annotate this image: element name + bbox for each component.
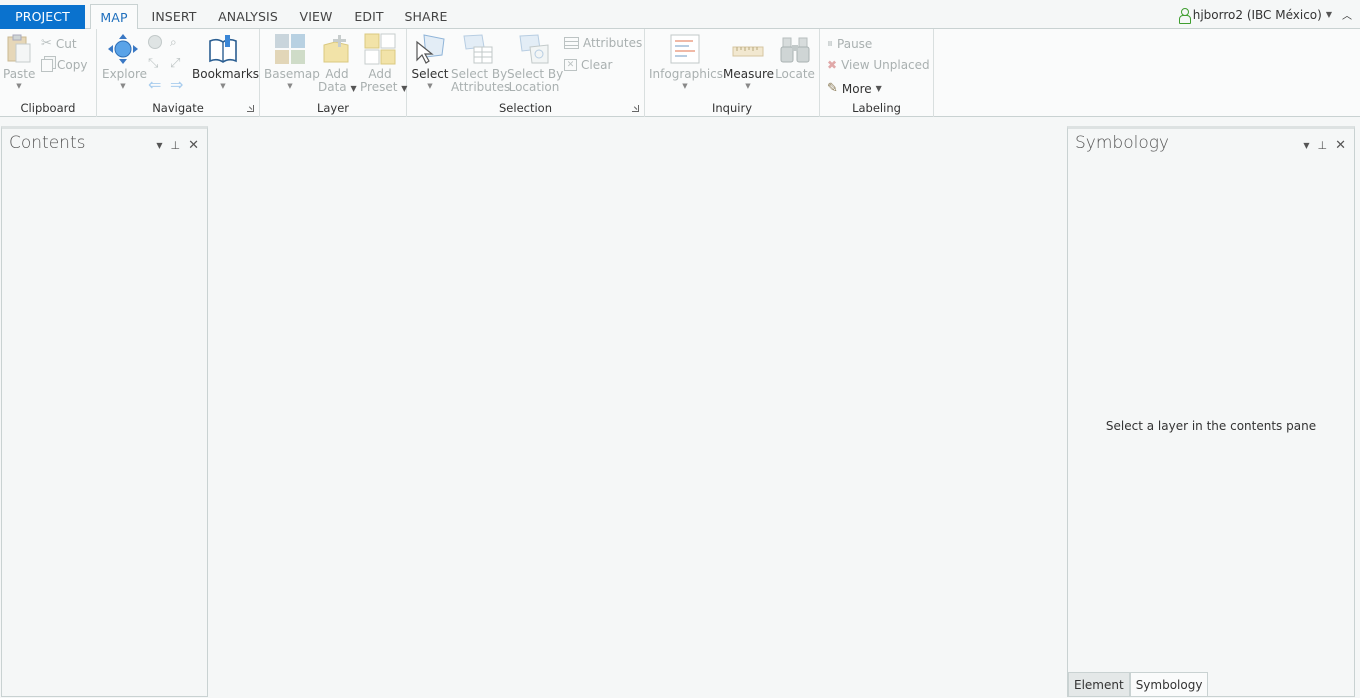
bookmarks-icon bbox=[209, 35, 237, 63]
symbology-title: Symbology bbox=[1075, 133, 1169, 153]
contents-pane: Contents ▼ ⊥ ✕ bbox=[1, 126, 208, 697]
basemap-icon bbox=[275, 34, 305, 64]
clear-icon: ✕ bbox=[564, 59, 577, 71]
pause-labeling-button[interactable]: ⏸ Pause bbox=[827, 36, 872, 51]
full-extent-icon[interactable] bbox=[148, 35, 162, 49]
tab-element[interactable]: Element bbox=[1068, 672, 1130, 696]
chevron-down-icon: ▼ bbox=[745, 82, 751, 90]
clear-selection-button[interactable]: ✕ Clear bbox=[564, 58, 612, 72]
pane-options-chevron-icon[interactable]: ▼ bbox=[1303, 141, 1309, 150]
group-navigate: Explore ▼ ⌕ ⤡ ⤢ ⇐ ⇒ Bookmarks ▼ Navigate bbox=[97, 29, 260, 117]
table-icon bbox=[564, 37, 579, 49]
tab-insert[interactable]: INSERT bbox=[146, 4, 202, 29]
pane-bottom-tabs: Element Symbology bbox=[1068, 672, 1209, 696]
more-labeling-button[interactable]: ✎ More ▼ bbox=[827, 81, 882, 96]
label-pen-icon: ✎ bbox=[827, 81, 838, 96]
symbology-pane: Symbology ▼ ⊥ ✕ Select a layer in the co… bbox=[1067, 126, 1355, 697]
group-label-layer: Layer bbox=[316, 101, 350, 115]
group-label-labeling: Labeling bbox=[852, 101, 901, 115]
group-label-navigate: Navigate bbox=[152, 101, 204, 115]
binoculars-icon bbox=[780, 37, 810, 63]
map-view-area[interactable] bbox=[209, 118, 1066, 698]
view-unplaced-button[interactable]: ✖ View Unplaced bbox=[827, 58, 930, 72]
user-name: hjborro2 (IBC México) bbox=[1192, 7, 1322, 22]
group-clipboard: Paste ▼ ✂ Cut Copy Clipboard bbox=[0, 29, 97, 117]
ribbon: Paste ▼ ✂ Cut Copy Clipboard Explore ▼ ⌕ bbox=[0, 29, 1360, 117]
user-icon bbox=[1178, 7, 1191, 24]
infographics-icon bbox=[670, 34, 700, 64]
pause-icon: ⏸ bbox=[827, 36, 834, 50]
copy-button[interactable]: Copy bbox=[41, 58, 87, 72]
tab-edit[interactable]: EDIT bbox=[350, 4, 388, 29]
ribbon-tab-bar: PROJECT MAP INSERT ANALYSIS VIEW EDIT SH… bbox=[0, 0, 1360, 30]
tab-symbology[interactable]: Symbology bbox=[1129, 672, 1209, 696]
user-account[interactable]: hjborro2 (IBC México) ▼ ︿ bbox=[1178, 7, 1352, 24]
chevron-down-icon: ▼ bbox=[350, 84, 357, 93]
explore-button[interactable]: Explore ▼ bbox=[102, 33, 147, 90]
clipboard-icon bbox=[7, 34, 31, 63]
group-label-clipboard: Clipboard bbox=[20, 101, 76, 115]
pane-options-chevron-icon[interactable]: ▼ bbox=[156, 141, 162, 150]
chevron-down-icon: ▼ bbox=[16, 82, 22, 90]
add-preset-button[interactable]: Add Preset ▼ bbox=[360, 33, 407, 95]
add-data-button[interactable]: Add Data ▼ bbox=[318, 33, 357, 95]
scissors-icon: ✂ bbox=[41, 36, 52, 51]
next-extent-icon[interactable]: ⇒ bbox=[170, 75, 183, 94]
navigate-launcher-icon[interactable] bbox=[247, 105, 254, 112]
chevron-down-icon: ▼ bbox=[427, 82, 433, 90]
select-by-location-button[interactable]: Select By Location bbox=[507, 33, 563, 94]
close-icon[interactable]: ✕ bbox=[188, 138, 199, 153]
chevron-down-icon: ▼ bbox=[682, 82, 688, 90]
close-icon[interactable]: ✕ bbox=[1335, 138, 1346, 153]
tab-project[interactable]: PROJECT bbox=[0, 5, 85, 29]
tab-view[interactable]: VIEW bbox=[294, 4, 338, 29]
infographics-button[interactable]: Infographics ▼ bbox=[649, 33, 723, 90]
group-label-inquiry: Inquiry bbox=[712, 101, 752, 115]
fixed-zoom-out-icon[interactable]: ⤢ bbox=[170, 56, 180, 71]
previous-extent-icon[interactable]: ⇐ bbox=[148, 75, 161, 94]
paste-button[interactable]: Paste ▼ bbox=[3, 33, 35, 90]
empty-state-message: Select a layer in the contents pane bbox=[1105, 419, 1317, 433]
copy-icon bbox=[41, 58, 53, 72]
view-unplaced-icon: ✖ bbox=[827, 58, 838, 72]
select-by-location-icon bbox=[519, 34, 549, 64]
select-by-attributes-icon bbox=[463, 34, 493, 64]
group-selection: Select ▼ Select By Attributes Select By … bbox=[407, 29, 645, 117]
chevron-down-icon: ▼ bbox=[287, 82, 293, 90]
locate-button[interactable]: Locate bbox=[775, 33, 815, 81]
add-data-icon bbox=[323, 35, 349, 63]
chevron-down-icon: ▼ bbox=[120, 82, 126, 90]
group-layer: Basemap ▼ Add Data ▼ Add Preset ▼ Layer bbox=[260, 29, 407, 117]
tab-analysis[interactable]: ANALYSIS bbox=[214, 4, 282, 29]
select-button[interactable]: Select ▼ bbox=[411, 33, 449, 90]
zoom-to-selection-icon[interactable]: ⌕ bbox=[170, 35, 184, 49]
measure-button[interactable]: Measure ▼ bbox=[723, 33, 774, 90]
attributes-button[interactable]: Attributes bbox=[564, 36, 642, 50]
cut-button[interactable]: ✂ Cut bbox=[41, 36, 77, 51]
selection-launcher-icon[interactable] bbox=[632, 105, 639, 112]
explore-icon bbox=[108, 34, 138, 64]
ruler-icon bbox=[732, 46, 764, 57]
chevron-down-icon: ▼ bbox=[220, 82, 226, 90]
pin-icon[interactable]: ⊥ bbox=[171, 139, 181, 152]
contents-title: Contents bbox=[9, 133, 86, 153]
bookmarks-button[interactable]: Bookmarks ▼ bbox=[192, 33, 259, 90]
chevron-down-icon: ▼ bbox=[875, 84, 882, 93]
fixed-zoom-in-icon[interactable]: ⤡ bbox=[148, 56, 158, 71]
tab-map[interactable]: MAP bbox=[90, 4, 138, 30]
basemap-button[interactable]: Basemap ▼ bbox=[264, 33, 320, 90]
select-by-attributes-button[interactable]: Select By Attributes bbox=[451, 33, 510, 94]
group-labeling: ⏸ Pause ✖ View Unplaced ✎ More ▼ Labelin… bbox=[820, 29, 934, 117]
pin-icon[interactable]: ⊥ bbox=[1318, 139, 1328, 152]
group-inquiry: Infographics ▼ Measure ▼ Locate Inquiry bbox=[645, 29, 820, 117]
select-icon bbox=[416, 34, 445, 64]
group-label-selection: Selection bbox=[499, 101, 552, 115]
collapse-ribbon-icon[interactable]: ︿ bbox=[1342, 7, 1352, 22]
tab-share[interactable]: SHARE bbox=[400, 4, 452, 29]
chevron-down-icon: ▼ bbox=[1325, 10, 1332, 19]
add-preset-icon bbox=[364, 33, 396, 65]
